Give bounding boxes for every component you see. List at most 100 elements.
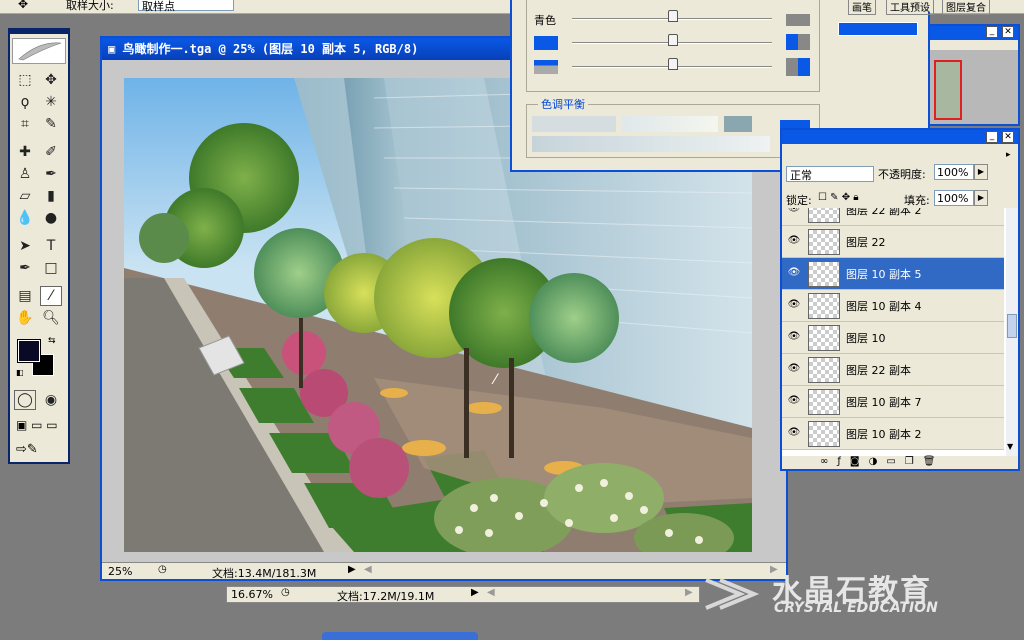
layer-thumbnail: [808, 421, 840, 447]
photoshop-feather-logo: [12, 38, 66, 64]
layer-row[interactable]: 👁︎ 图层 10 副本 2: [782, 418, 1004, 450]
status-menu-icon[interactable]: ◷: [158, 564, 167, 575]
layer-row[interactable]: 👁︎ 图层 22 副本 2: [782, 208, 1004, 226]
layer-row[interactable]: 👁︎ 图层 22 副本: [782, 354, 1004, 386]
notes-tool-icon[interactable]: ▤: [14, 286, 36, 306]
status-arrow-icon[interactable]: ▶: [348, 564, 356, 575]
add-mask-icon[interactable]: ◙: [850, 456, 869, 467]
zoom-level[interactable]: 25%: [108, 565, 132, 578]
move-tool-icon[interactable]: ✥: [40, 70, 62, 90]
history-brush-icon[interactable]: ✒: [40, 164, 62, 184]
ok-button-highlight[interactable]: [838, 22, 918, 36]
layer-thumbnail: [808, 261, 840, 287]
layer-row[interactable]: 👁︎ 图层 10 副本 7: [782, 386, 1004, 418]
clone-stamp-icon[interactable]: ♙: [14, 164, 36, 184]
lasso-tool-icon[interactable]: ϙ: [14, 92, 36, 112]
magic-wand-icon[interactable]: ✳: [40, 92, 62, 112]
marquee-tool-icon[interactable]: ⬚: [14, 70, 36, 90]
link-layers-icon[interactable]: ∞: [820, 456, 837, 467]
visibility-eye-icon[interactable]: 👁︎: [786, 299, 802, 311]
lock-icons[interactable]: ☐ ✎ ✥ 🔒︎: [818, 192, 859, 203]
status-arrow-icon[interactable]: ▶: [471, 587, 479, 598]
taskbar-button[interactable]: [322, 632, 478, 640]
watermark-english: CRYSTAL EDUCATION: [774, 600, 938, 616]
type-tool-icon[interactable]: T: [40, 236, 62, 256]
scroll-left-icon[interactable]: ◀: [487, 587, 495, 598]
layer-name: 图层 22 副本 2: [846, 208, 922, 217]
jump-to-imageready-icon[interactable]: ⇨✎: [16, 442, 38, 457]
scroll-left-icon[interactable]: ◀: [364, 564, 372, 575]
layer-row[interactable]: 👁︎ 图层 10: [782, 322, 1004, 354]
close-icon[interactable]: ✕: [1002, 131, 1014, 143]
close-icon[interactable]: ✕: [1002, 26, 1014, 38]
blend-mode-select[interactable]: 正常: [786, 166, 874, 182]
status-menu-icon[interactable]: ◷: [281, 587, 290, 598]
palette-well: 画笔 工具预设 图层复合: [838, 0, 1020, 15]
cyan-preview-swatch: [786, 14, 810, 26]
visibility-eye-icon[interactable]: 👁︎: [786, 363, 802, 375]
visibility-eye-icon[interactable]: 👁︎: [786, 395, 802, 407]
eyedropper-tool-icon[interactable]: ⁄: [40, 286, 62, 306]
dodge-tool-icon[interactable]: ●: [40, 208, 62, 228]
cyan-red-slider-thumb[interactable]: [668, 10, 678, 22]
eraser-tool-icon[interactable]: ▱: [14, 186, 36, 206]
layer-name: 图层 22 副本: [846, 364, 911, 377]
panel-menu-icon[interactable]: ▸: [1006, 150, 1011, 160]
foreground-color-swatch[interactable]: [17, 339, 41, 363]
standard-mode-icon[interactable]: ◯: [14, 390, 36, 410]
scroll-right-icon[interactable]: ▶: [685, 587, 693, 598]
opacity-slider-arrow-icon[interactable]: ▶: [974, 164, 988, 180]
minimize-icon[interactable]: _: [986, 26, 998, 38]
gradient-tool-icon[interactable]: ▮: [40, 186, 62, 206]
visibility-eye-icon[interactable]: 👁︎: [786, 427, 802, 439]
visibility-eye-icon[interactable]: 👁︎: [786, 267, 802, 279]
hand-tool-icon[interactable]: ✋: [14, 308, 36, 328]
adjustment-layer-icon[interactable]: ◑: [869, 456, 887, 467]
navigator-preview[interactable]: [930, 50, 1018, 124]
layer-comps-tab[interactable]: 图层复合: [942, 0, 990, 15]
default-colors-icon[interactable]: ◧: [16, 368, 24, 377]
opacity-label: 不透明度:: [878, 168, 926, 181]
scrollbar-thumb[interactable]: [1007, 314, 1017, 338]
visibility-eye-icon[interactable]: 👁︎: [786, 331, 802, 343]
sample-size-select[interactable]: 取样点: [138, 0, 234, 13]
scroll-down-icon[interactable]: ▼: [1007, 442, 1013, 451]
blur-tool-icon[interactable]: 💧: [14, 208, 36, 228]
move-tool-icon[interactable]: ✥: [18, 0, 28, 11]
layer-name: 图层 10 副本 5: [846, 268, 922, 281]
layer-thumbnail: [808, 229, 840, 255]
minimize-icon[interactable]: _: [986, 131, 998, 143]
pen-tool-icon[interactable]: ✒: [14, 258, 36, 278]
navigator-view-box[interactable]: [934, 60, 962, 120]
shape-tool-icon[interactable]: □: [40, 258, 62, 278]
quick-mask-icon[interactable]: ◉: [40, 390, 62, 410]
yellow-blue-slider-thumb[interactable]: [668, 58, 678, 70]
zoom-level-2[interactable]: 16.67%: [231, 588, 273, 601]
zoom-tool-icon[interactable]: 🔍︎: [40, 308, 62, 328]
layer-thumbnail: [808, 357, 840, 383]
brushes-tab[interactable]: 画笔: [848, 0, 876, 15]
slice-tool-icon[interactable]: ✎: [40, 114, 62, 134]
new-group-icon[interactable]: ▭: [886, 456, 904, 467]
visibility-eye-icon[interactable]: 👁︎: [786, 235, 802, 247]
fill-input[interactable]: 100%: [934, 190, 974, 206]
visibility-eye-icon[interactable]: 👁︎: [786, 208, 802, 215]
fill-slider-arrow-icon[interactable]: ▶: [974, 190, 988, 206]
path-selection-icon[interactable]: ➤: [14, 236, 36, 256]
screen-mode-icons[interactable]: ▣ ▭ ▭: [16, 418, 58, 432]
crop-tool-icon[interactable]: ⌗: [14, 114, 36, 134]
layer-style-icon[interactable]: ƒ: [837, 456, 850, 467]
new-layer-icon[interactable]: ❐: [905, 456, 923, 467]
healing-brush-icon[interactable]: ✚: [14, 142, 36, 162]
brush-tool-icon[interactable]: ✐: [40, 142, 62, 162]
layer-row[interactable]: 👁︎ 图层 22: [782, 226, 1004, 258]
opacity-input[interactable]: 100%: [934, 164, 974, 180]
tool-presets-tab[interactable]: 工具预设: [886, 0, 934, 15]
layer-row[interactable]: 👁︎ 图层 10 副本 4: [782, 290, 1004, 322]
layers-scrollbar[interactable]: ▼: [1006, 208, 1018, 456]
magenta-green-slider-thumb[interactable]: [668, 34, 678, 46]
swap-colors-icon[interactable]: ⇆: [48, 336, 56, 346]
layers-titlebar[interactable]: [782, 130, 1018, 144]
delete-layer-icon[interactable]: 🗑︎: [923, 456, 945, 467]
layer-row[interactable]: 👁︎ 图层 10 副本 5: [782, 258, 1004, 290]
